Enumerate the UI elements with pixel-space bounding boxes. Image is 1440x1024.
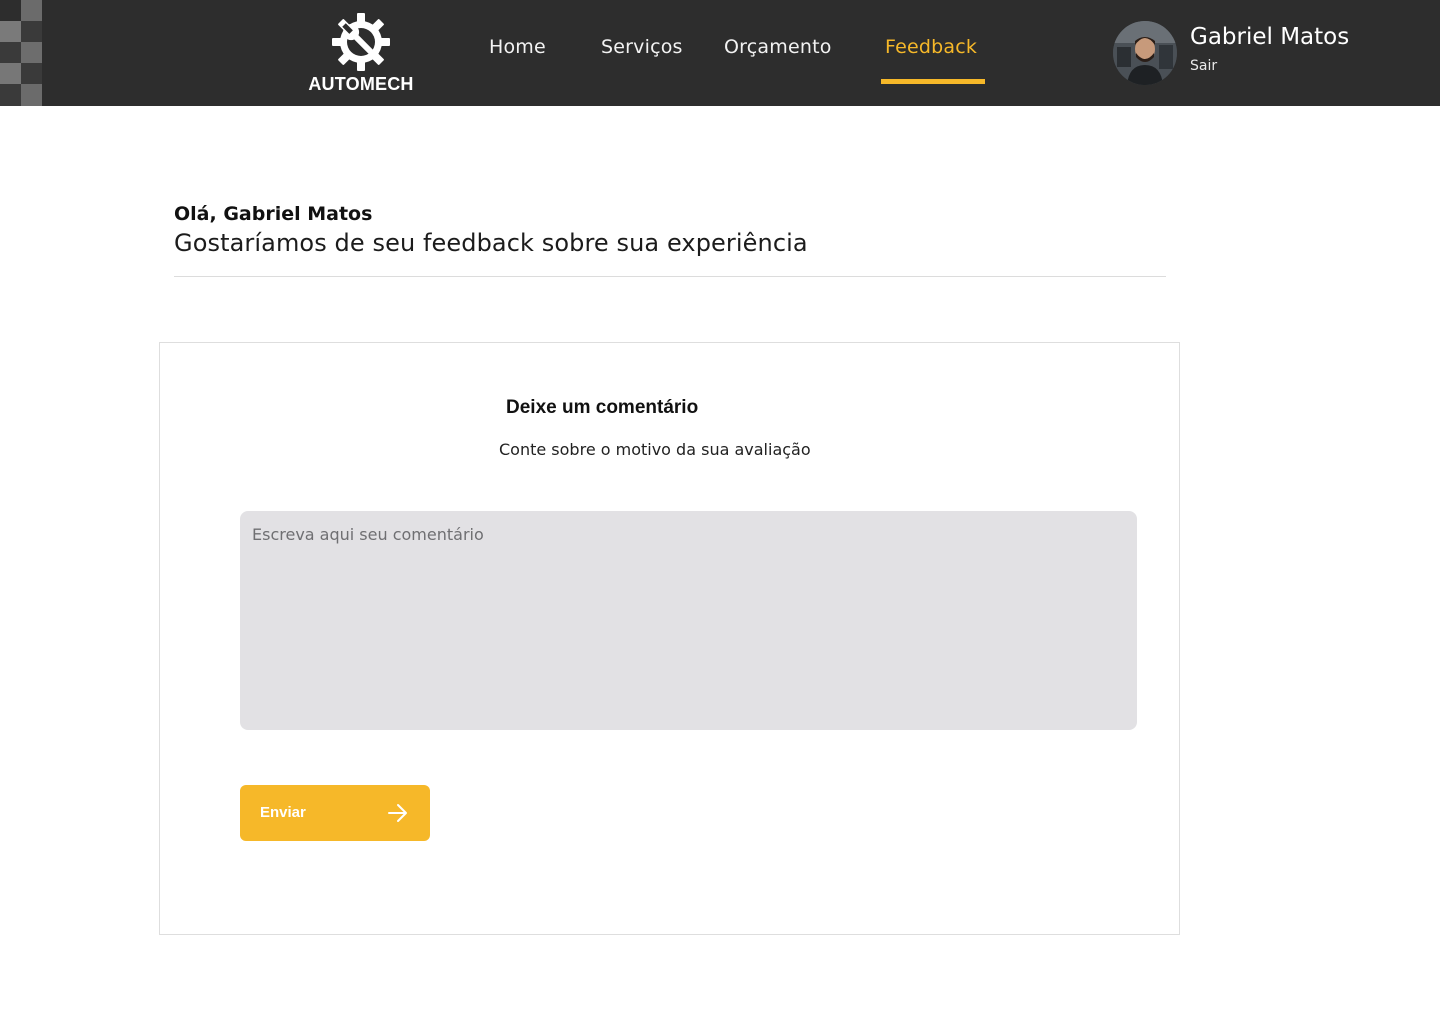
submit-button-label: Enviar bbox=[260, 804, 306, 821]
card-title: Deixe um comentário bbox=[506, 397, 699, 418]
nav-feedback[interactable]: Feedback bbox=[885, 36, 977, 58]
arrow-right-icon bbox=[388, 804, 407, 822]
active-tab-indicator bbox=[881, 79, 985, 84]
brand-name: AUTOMECH bbox=[308, 74, 414, 94]
person-photo-icon bbox=[1113, 21, 1177, 85]
nav-home[interactable]: Home bbox=[489, 36, 546, 58]
nav-servicos[interactable]: Serviços bbox=[601, 36, 683, 58]
greeting-subtitle: Gostaríamos de seu feedback sobre sua ex… bbox=[174, 229, 808, 257]
user-name: Gabriel Matos bbox=[1190, 24, 1350, 50]
checkered-pattern bbox=[0, 0, 42, 106]
automech-logo[interactable]: AUTOMECH bbox=[300, 10, 422, 96]
logout-link[interactable]: Sair bbox=[1190, 58, 1217, 74]
gear-wrench-icon bbox=[332, 13, 390, 71]
section-divider bbox=[174, 276, 1166, 277]
user-avatar[interactable] bbox=[1113, 21, 1177, 85]
submit-button[interactable]: Enviar bbox=[240, 785, 430, 841]
card-subtitle: Conte sobre o motivo da sua avaliação bbox=[499, 440, 811, 459]
greeting-title: Olá, Gabriel Matos bbox=[174, 203, 373, 225]
comment-textarea[interactable] bbox=[240, 511, 1137, 730]
nav-orcamento[interactable]: Orçamento bbox=[724, 36, 832, 58]
top-navbar: AUTOMECH Home Serviços Orçamento Feedbac… bbox=[0, 0, 1440, 106]
